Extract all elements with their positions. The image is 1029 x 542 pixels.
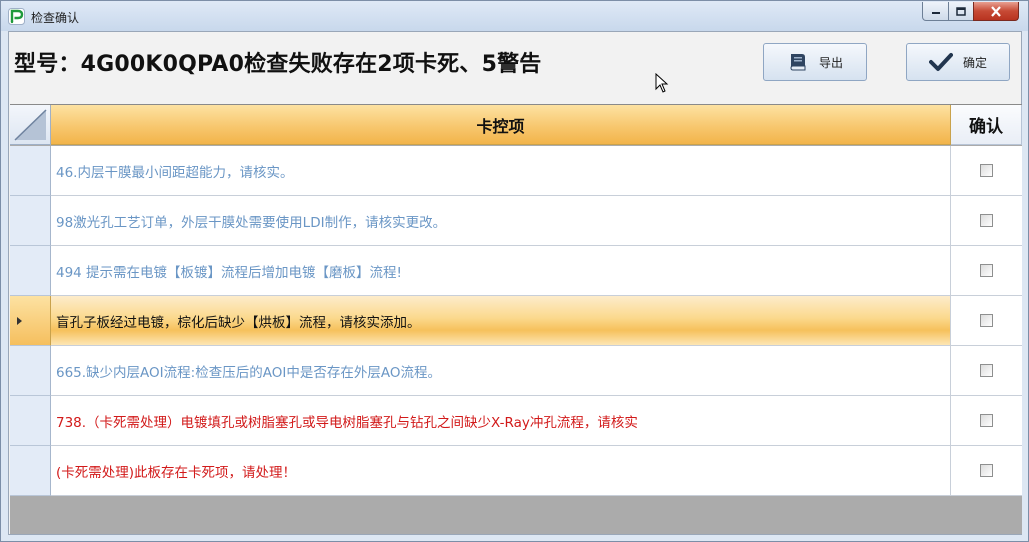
ok-button[interactable]: 确定 — [906, 43, 1010, 81]
select-all-corner[interactable] — [10, 105, 51, 145]
mouse-cursor-icon — [655, 73, 669, 93]
row-header[interactable] — [10, 196, 51, 246]
title-bar[interactable]: 检查确认 — [1, 1, 1028, 31]
confirm-checkbox[interactable] — [980, 214, 993, 227]
check-item-text[interactable]: 665.缺少内层AOI流程:检查压后的AOI中是否存在外层AO流程。 — [51, 346, 951, 396]
check-item-text[interactable]: 46.内层干膜最小间距超能力，请核实。 — [51, 146, 951, 196]
row-header[interactable] — [10, 446, 51, 496]
column-header-confirm[interactable]: 确认 — [951, 105, 1022, 145]
check-confirm-window: 检查确认 型号：4G00K0QPA0检查失败存在2项卡死、5警告 导出 确定 卡… — [0, 0, 1029, 542]
current-row-pointer-icon — [17, 317, 22, 325]
row-header[interactable] — [10, 296, 51, 346]
export-label: 导出 — [818, 55, 843, 70]
confirm-checkbox[interactable] — [980, 414, 993, 427]
table-row[interactable]: 98激光孔工艺订单，外层干膜处需要使用LDI制作，请核实更改。 — [10, 196, 1022, 246]
check-item-text[interactable]: (卡死需处理)此板存在卡死项，请处理！ — [51, 446, 951, 496]
row-header[interactable] — [10, 146, 51, 196]
table-row[interactable]: 494 提示需在电镀【板镀】流程后增加电镀【磨板】流程! — [10, 246, 1022, 296]
check-item-text[interactable]: 738.（卡死需处理）电镀填孔或树脂塞孔或导电树脂塞孔与钻孔之间缺少X-Ray冲… — [51, 396, 951, 446]
check-item-text[interactable]: 盲孔子板经过电镀，棕化后缺少【烘板】流程，请核实添加。 — [51, 296, 951, 346]
check-item-text[interactable]: 494 提示需在电镀【板镀】流程后增加电镀【磨板】流程! — [51, 246, 951, 296]
table-row[interactable]: 665.缺少内层AOI流程:检查压后的AOI中是否存在外层AO流程。 — [10, 346, 1022, 396]
app-logo-icon — [8, 8, 25, 25]
confirm-cell — [951, 146, 1022, 196]
minimize-button[interactable] — [922, 2, 949, 21]
row-header[interactable] — [10, 346, 51, 396]
window-title: 检查确认 — [31, 11, 80, 25]
maximize-icon — [956, 6, 966, 16]
row-header[interactable] — [10, 246, 51, 296]
page-title: 型号：4G00K0QPA0检查失败存在2项卡死、5警告 — [14, 52, 542, 77]
confirm-checkbox[interactable] — [980, 464, 993, 477]
row-header[interactable] — [10, 396, 51, 446]
book-icon — [790, 54, 806, 71]
table-row[interactable]: (卡死需处理)此板存在卡死项，请处理！ — [10, 446, 1022, 496]
ok-label: 确定 — [962, 55, 987, 70]
confirm-cell — [951, 196, 1022, 246]
close-button[interactable] — [973, 2, 1019, 21]
close-icon — [991, 5, 1001, 17]
export-button[interactable]: 导出 — [763, 43, 867, 81]
confirm-checkbox[interactable] — [980, 264, 993, 277]
dialog-body: 型号：4G00K0QPA0检查失败存在2项卡死、5警告 导出 确定 卡控项 确认… — [8, 31, 1022, 535]
confirm-cell — [951, 346, 1022, 396]
confirm-cell — [951, 446, 1022, 496]
table-row[interactable]: 盲孔子板经过电镀，棕化后缺少【烘板】流程，请核实添加。 — [10, 296, 1022, 346]
check-items-grid: 卡控项 确认 46.内层干膜最小间距超能力，请核实。 98激光孔工艺订单，外层干膜… — [10, 104, 1022, 534]
table-row[interactable]: 46.内层干膜最小间距超能力，请核实。 — [10, 146, 1022, 196]
confirm-checkbox[interactable] — [980, 364, 993, 377]
confirm-checkbox[interactable] — [980, 314, 993, 327]
check-item-text[interactable]: 98激光孔工艺订单，外层干膜处需要使用LDI制作，请核实更改。 — [51, 196, 951, 246]
confirm-cell — [951, 396, 1022, 446]
corner-triangle-icon — [14, 108, 47, 141]
minimize-icon — [931, 12, 940, 14]
column-header-item[interactable]: 卡控项 — [51, 105, 951, 145]
confirm-checkbox[interactable] — [980, 164, 993, 177]
confirm-cell — [951, 296, 1022, 346]
confirm-cell — [951, 246, 1022, 296]
checkmark-icon — [928, 53, 953, 71]
maximize-button[interactable] — [948, 2, 974, 21]
table-row[interactable]: 738.（卡死需处理）电镀填孔或树脂塞孔或导电树脂塞孔与钻孔之间缺少X-Ray冲… — [10, 396, 1022, 446]
